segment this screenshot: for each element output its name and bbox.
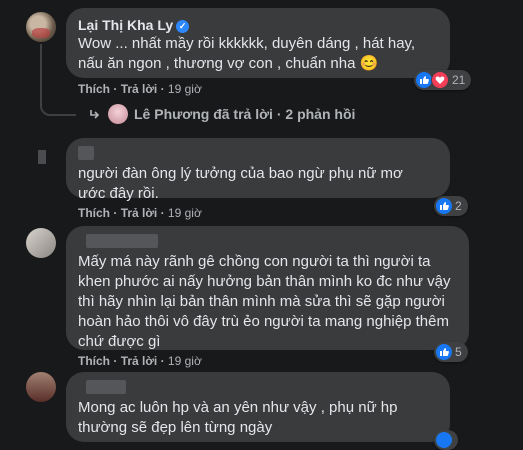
commenter-avatar[interactable]: [26, 12, 56, 42]
reaction-summary[interactable]: 2: [434, 196, 468, 216]
reaction-summary[interactable]: 21: [414, 70, 472, 90]
reply-link[interactable]: Trả lời: [121, 354, 158, 368]
reaction-count: 2: [455, 199, 462, 213]
reply-arrow-icon: [90, 110, 100, 119]
reaction-summary[interactable]: 5: [434, 342, 468, 362]
comment-time[interactable]: 19 giờ: [168, 206, 202, 220]
replier-avatar: [108, 104, 128, 124]
love-reaction-icon: [431, 71, 449, 89]
like-link[interactable]: Thích: [78, 206, 110, 220]
commenter-avatar[interactable]: [26, 228, 56, 258]
like-reaction-icon: [436, 432, 452, 448]
like-reaction-icon: [436, 344, 452, 360]
comment-bubble: Lại Thị Kha Ly ✓ Wow ... nhất mầy rồi kkk…: [66, 8, 450, 78]
comment-text: Mấy má này rãnh gê chồng con người ta th…: [78, 253, 451, 350]
reply-link[interactable]: Trả lời: [121, 206, 158, 220]
reaction-summary[interactable]: [434, 430, 458, 450]
comment-text: người đàn ông lý tưởng của bao ngừ phụ n…: [78, 165, 403, 202]
reply-connector: [40, 92, 76, 116]
blurred-name[interactable]: [78, 146, 94, 160]
comment-time[interactable]: 19 giờ: [168, 354, 202, 368]
reaction-count: 5: [455, 345, 462, 359]
comment-actions: Thích · Trả lời · 19 giờ: [78, 206, 202, 220]
thread-line: [40, 44, 42, 94]
comment-bubble: người đàn ông lý tưởng của bao ngừ phụ n…: [66, 138, 450, 202]
like-link[interactable]: Thích: [78, 354, 110, 368]
like-link[interactable]: Thích: [78, 82, 110, 96]
comment-bubble: Mong ac luôn hp và an yên như vậy , phụ …: [66, 372, 450, 442]
blurred-name[interactable]: [86, 380, 126, 394]
comment-bubble: Mấy má này rãnh gê chồng con người ta th…: [66, 226, 469, 350]
blurred-name[interactable]: [86, 234, 158, 248]
reaction-count: 21: [452, 73, 466, 87]
comment-text: Mong ac luôn hp và an yên như vậy , phụ …: [78, 399, 398, 436]
verified-badge-icon: ✓: [176, 20, 190, 33]
replies-text: Lê Phương đã trả lời · 2 phản hồi: [134, 106, 356, 122]
commenter-avatar[interactable]: [26, 372, 56, 402]
reply-link[interactable]: Trả lời: [121, 82, 158, 96]
commenter-avatar[interactable]: [26, 142, 56, 172]
like-reaction-icon: [436, 198, 452, 214]
like-reaction-icon: [416, 72, 432, 88]
comment-actions: Thích · Trả lời · 19 giờ: [78, 354, 202, 368]
comment-actions: Thích · Trả lời · 19 giờ: [78, 82, 202, 96]
commenter-name[interactable]: Lại Thị Kha Ly: [78, 17, 173, 33]
comment-text: Wow ... nhất mầy rồi kkkkkk, duyên dáng …: [78, 35, 416, 72]
comment-time[interactable]: 19 giờ: [168, 82, 202, 96]
view-replies-link[interactable]: Lê Phương đã trả lời · 2 phản hồi: [88, 104, 355, 124]
